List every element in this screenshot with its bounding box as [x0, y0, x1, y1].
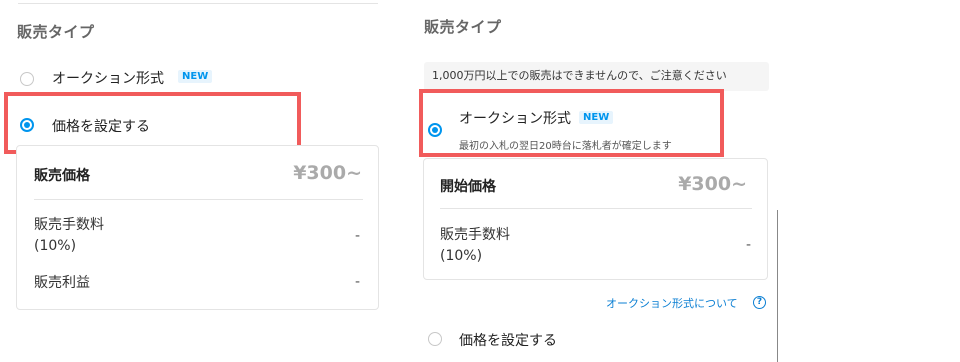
right-section-title: 販売タイプ — [424, 18, 502, 36]
right-notice: 1,000万円以上での販売はできませんので、ご注意ください — [424, 62, 769, 91]
left-auction-new-badge: NEW — [178, 70, 213, 83]
scrollbar-track[interactable] — [777, 210, 778, 362]
left-fee-value: - — [354, 228, 360, 244]
left-top-divider — [18, 3, 378, 4]
right-start-price-value: ¥300~ — [678, 173, 747, 195]
left-auction-label: オークション形式 — [52, 71, 164, 87]
left-option-auction[interactable]: オークション形式 NEW — [20, 66, 320, 90]
right-start-price-label: 開始価格 — [440, 179, 496, 195]
left-auction-radio[interactable] — [20, 72, 34, 86]
left-profit-value: - — [354, 274, 360, 290]
right-fee-label: 販売手数料 — [440, 227, 510, 243]
left-price-value: ¥300~ — [293, 162, 362, 184]
right-fee-rate: (10%) — [440, 248, 483, 264]
right-option-fixed[interactable]: 価格を設定する — [428, 328, 628, 350]
right-fixed-label: 価格を設定する — [459, 333, 557, 349]
left-card-divider — [34, 199, 363, 200]
right-card-divider — [440, 208, 752, 209]
left-section-title: 販売タイプ — [17, 23, 95, 41]
right-fixed-radio[interactable] — [428, 332, 442, 346]
right-price-card: 開始価格 ¥300~ 販売手数料 (10%) - — [423, 158, 768, 280]
left-fee-label: 販売手数料 — [34, 217, 104, 233]
left-price-label: 販売価格 — [34, 168, 90, 184]
left-price-card: 販売価格 ¥300~ 販売手数料 (10%) - 販売利益 - — [16, 145, 379, 310]
help-icon[interactable]: ? — [753, 296, 766, 309]
left-profit-label: 販売利益 — [34, 275, 90, 291]
left-fee-rate: (10%) — [34, 238, 77, 254]
right-fee-value: - — [745, 237, 751, 253]
right-highlight-box — [419, 89, 724, 157]
right-about-auction-text[interactable]: オークション形式について — [606, 295, 738, 311]
right-about-auction-link[interactable]: オークション形式について ? — [606, 294, 768, 312]
